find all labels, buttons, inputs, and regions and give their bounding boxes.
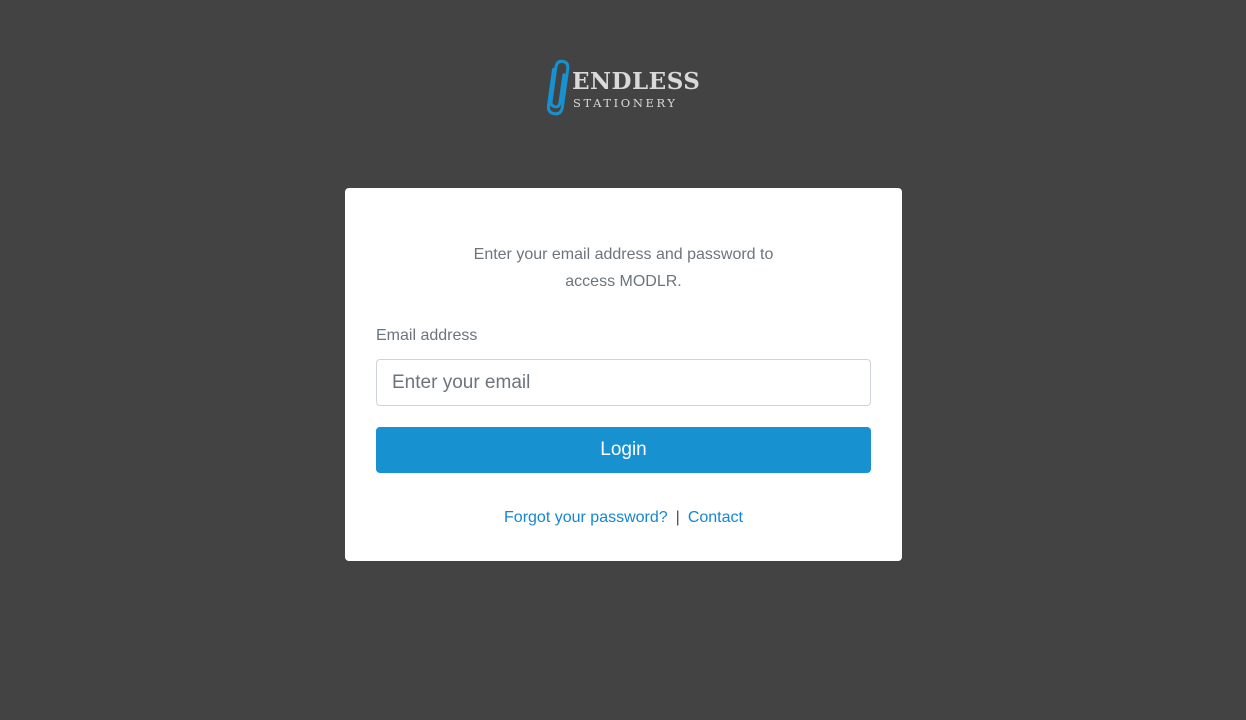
brand-tagline: STATIONERY (573, 96, 678, 110)
intro-text-container: Enter your email address and password to… (345, 241, 902, 295)
intro-text: Enter your email address and password to… (473, 246, 774, 290)
brand-name: ENDLESS (572, 68, 701, 95)
login-button[interactable]: Login (376, 427, 871, 473)
forgot-password-link[interactable]: Forgot your password? (504, 509, 668, 526)
email-label: Email address (376, 327, 478, 344)
email-field[interactable] (376, 359, 871, 406)
login-page: ENDLESS STATIONERY Enter your email addr… (0, 0, 1246, 720)
login-card: Enter your email address and password to… (345, 188, 902, 561)
paperclip-icon (546, 59, 570, 116)
link-separator: | (675, 509, 680, 526)
footer-links: Forgot your password? | Contact (345, 507, 902, 529)
brand-logo: ENDLESS STATIONERY (540, 58, 710, 124)
contact-link[interactable]: Contact (688, 509, 743, 526)
